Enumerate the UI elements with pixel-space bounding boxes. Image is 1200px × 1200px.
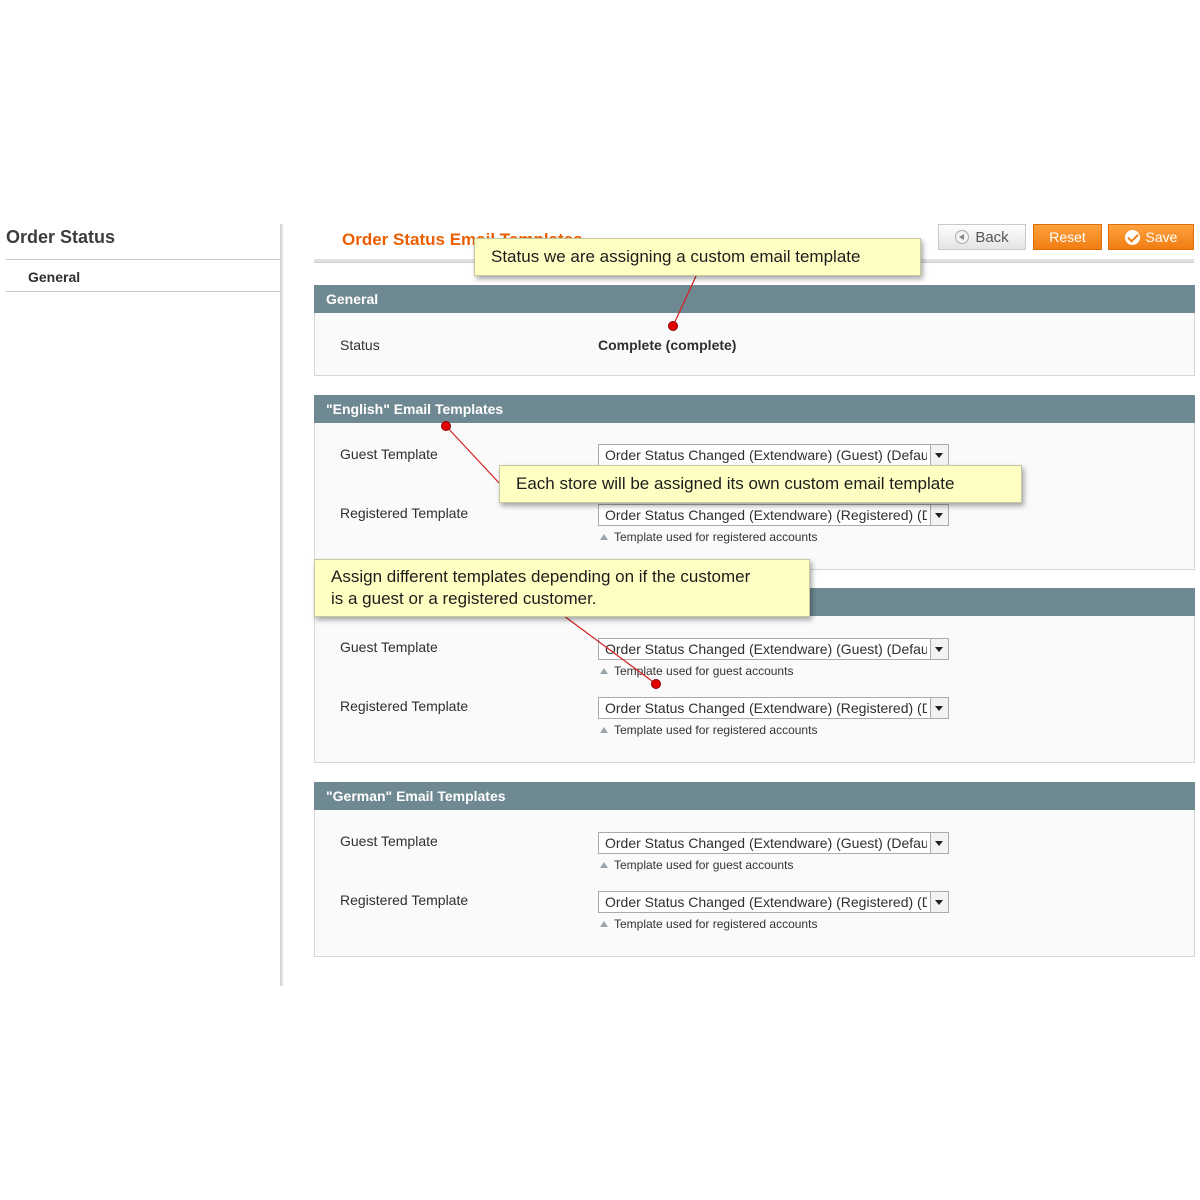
german-section-header: "German" Email Templates (314, 782, 1195, 810)
callout-line: is a guest or a registered customer. (331, 589, 597, 608)
guest-template-note: Template used for guest accounts (600, 664, 793, 678)
back-button-label: Back (975, 228, 1009, 246)
select-value: Order Status Changed (Extendware) (Regis… (605, 700, 927, 716)
note-arrow-icon (600, 921, 608, 927)
note-arrow-icon (600, 727, 608, 733)
guest-template-label: Guest Template (340, 833, 438, 849)
guest-template-note: Template used for guest accounts (600, 858, 793, 872)
registered-template-label: Registered Template (340, 892, 469, 908)
status-value: Complete (complete) (598, 337, 737, 353)
english-section-header: "English" Email Templates (314, 395, 1195, 423)
note-arrow-icon (600, 862, 608, 868)
select-value: Order Status Changed (Extendware) (Regis… (605, 507, 927, 523)
registered-template-select[interactable]: Order Status Changed (Extendware) (Regis… (598, 504, 949, 526)
note-arrow-icon (600, 534, 608, 540)
select-value: Order Status Changed (Extendware) (Regis… (605, 894, 927, 910)
pin-marker (441, 421, 451, 431)
sidebar-title: Order Status (6, 227, 116, 247)
store-callout: Each store will be assigned its own cust… (499, 465, 1022, 503)
note-text: Template used for guest accounts (614, 858, 794, 872)
chevron-down-icon (930, 639, 948, 659)
callout-line: Assign different templates depending on … (331, 567, 751, 586)
sidebar-divider (6, 291, 282, 292)
note-text: Template used for registered accounts (614, 723, 818, 737)
save-button-label: Save (1145, 229, 1178, 245)
guest-template-select[interactable]: Order Status Changed (Extendware) (Guest… (598, 444, 949, 466)
guest-template-select[interactable]: Order Status Changed (Extendware) (Guest… (598, 638, 949, 660)
guest-template-select[interactable]: Order Status Changed (Extendware) (Guest… (598, 832, 949, 854)
note-text: Template used for guest accounts (614, 664, 794, 678)
status-label: Status (340, 337, 380, 353)
chevron-down-icon (930, 505, 948, 525)
guest-template-label: Guest Template (340, 446, 438, 462)
back-button[interactable]: Back (938, 224, 1026, 250)
guest-registered-callout: Assign different templates depending on … (314, 559, 810, 617)
chevron-down-icon (930, 445, 948, 465)
chevron-down-icon (930, 698, 948, 718)
registered-template-select[interactable]: Order Status Changed (Extendware) (Regis… (598, 697, 949, 719)
pin-marker (668, 321, 678, 331)
reset-button-label: Reset (1049, 229, 1086, 245)
select-value: Order Status Changed (Extendware) (Guest… (605, 641, 927, 657)
sidebar-separator (280, 224, 283, 986)
save-button[interactable]: Save (1108, 224, 1194, 250)
registered-template-note: Template used for registered accounts (600, 530, 817, 544)
note-text: Template used for registered accounts (614, 530, 818, 544)
registered-template-note: Template used for registered accounts (600, 723, 817, 737)
registered-template-label: Registered Template (340, 698, 469, 714)
pin-marker (651, 679, 661, 689)
sidebar-item-general[interactable]: General (28, 269, 80, 285)
checkmark-icon (1124, 229, 1140, 245)
note-arrow-icon (600, 668, 608, 674)
chevron-down-icon (930, 892, 948, 912)
reset-button[interactable]: Reset (1033, 224, 1102, 250)
registered-template-select[interactable]: Order Status Changed (Extendware) (Regis… (598, 891, 949, 913)
registered-template-note: Template used for registered accounts (600, 917, 817, 931)
note-text: Template used for registered accounts (614, 917, 818, 931)
status-callout: Status we are assigning a custom email t… (474, 238, 921, 276)
guest-template-label: Guest Template (340, 639, 438, 655)
registered-template-label: Registered Template (340, 505, 469, 521)
select-value: Order Status Changed (Extendware) (Guest… (605, 835, 927, 851)
select-value: Order Status Changed (Extendware) (Guest… (605, 447, 927, 463)
chevron-down-icon (930, 833, 948, 853)
back-arrow-icon (955, 230, 970, 244)
sidebar-divider (6, 259, 282, 260)
general-section-header: General (314, 285, 1195, 313)
